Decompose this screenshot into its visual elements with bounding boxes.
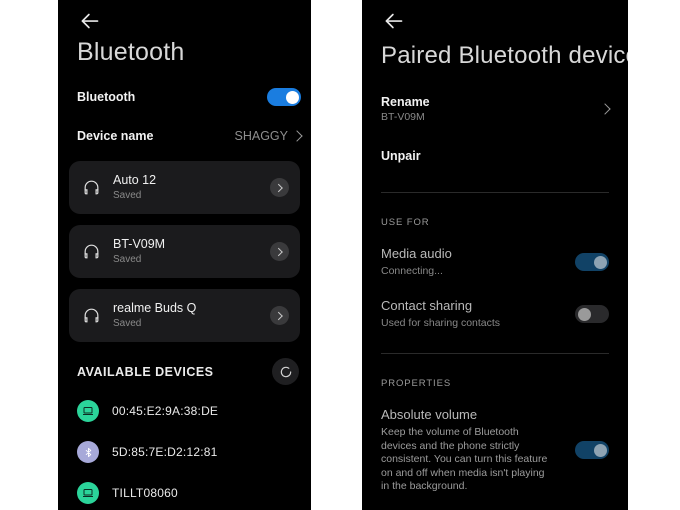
chevron-right-icon[interactable] (270, 242, 289, 261)
chevron-right-icon[interactable] (270, 178, 289, 197)
page-title: Paired Bluetooth device (381, 42, 628, 69)
chevron-right-icon (291, 130, 303, 142)
available-device-row[interactable]: TILLT08060 (77, 482, 178, 504)
bluetooth-toggle-label: Bluetooth (77, 90, 136, 104)
available-device-row[interactable]: 00:45:E2:9A:38:DE (77, 400, 218, 422)
screenshot-stage: Bluetooth Bluetooth Device name SHAGGY A… (0, 0, 680, 510)
headset-icon (69, 242, 113, 261)
absolute-volume-row[interactable]: Absolute volume Keep the volume of Bluet… (381, 407, 609, 494)
divider (381, 353, 609, 354)
page-title: Bluetooth (77, 38, 185, 66)
paired-device-card[interactable]: Auto 12 Saved (69, 161, 300, 214)
contact-sharing-toggle[interactable] (575, 305, 609, 323)
paired-device-name: Auto 12 (113, 173, 157, 187)
back-arrow-icon[interactable] (77, 8, 103, 34)
available-device-row[interactable]: 5D:85:7E:D2:12:81 (77, 441, 217, 463)
bluetooth-toggle-row[interactable]: Bluetooth (77, 88, 301, 106)
device-name-row[interactable]: Device name SHAGGY (77, 129, 303, 143)
available-device-name: 5D:85:7E:D2:12:81 (112, 445, 218, 459)
absolute-volume-texts: Absolute volume Keep the volume of Bluet… (381, 407, 575, 494)
contact-sharing-description: Used for sharing contacts (381, 317, 501, 329)
absolute-volume-description: Keep the volume of Bluetooth devices and… (381, 426, 548, 492)
absolute-volume-toggle[interactable] (575, 441, 609, 460)
rename-label: Rename (381, 95, 430, 109)
paired-device-detail-screen: Paired Bluetooth device Rename BT-V09M U… (362, 0, 628, 510)
available-device-name: 00:45:E2:9A:38:DE (112, 404, 219, 418)
bluetooth-icon (77, 441, 99, 463)
contact-sharing-row[interactable]: Contact sharing Used for sharing contact… (381, 298, 609, 330)
headset-icon (69, 178, 113, 197)
absolute-volume-title: Absolute volume (381, 407, 478, 422)
properties-caption: PROPERTIES (381, 378, 452, 389)
chevron-right-icon (599, 103, 611, 115)
laptop-icon (77, 482, 99, 504)
chevron-right-icon[interactable] (270, 306, 289, 325)
paired-device-name: realme Buds Q (113, 301, 197, 315)
media-audio-texts: Media audio Connecting... (381, 246, 575, 278)
bluetooth-toggle-switch[interactable] (267, 88, 301, 106)
available-device-name: TILLT08060 (112, 486, 178, 500)
paired-device-card[interactable]: realme Buds Q Saved (69, 289, 300, 342)
paired-device-text: realme Buds Q Saved (113, 301, 270, 330)
rename-value: BT-V09M (381, 111, 425, 123)
bluetooth-settings-screen: Bluetooth Bluetooth Device name SHAGGY A… (58, 0, 311, 510)
media-audio-title: Media audio (381, 246, 452, 261)
device-name-label: Device name (77, 129, 154, 143)
paired-device-card[interactable]: BT-V09M Saved (69, 225, 300, 278)
paired-device-name: BT-V09M (113, 237, 166, 251)
laptop-icon (77, 400, 99, 422)
contact-sharing-texts: Contact sharing Used for sharing contact… (381, 298, 575, 330)
media-audio-toggle[interactable] (575, 253, 609, 271)
device-name-value-group: SHAGGY (234, 129, 303, 143)
paired-device-status: Saved (113, 318, 142, 329)
available-devices-title: AVAILABLE DEVICES (77, 364, 214, 379)
contact-sharing-title: Contact sharing (381, 298, 473, 313)
paired-device-status: Saved (113, 254, 142, 265)
media-audio-row[interactable]: Media audio Connecting... (381, 246, 609, 278)
use-for-caption: USE FOR (381, 217, 430, 228)
media-audio-status: Connecting... (381, 265, 443, 277)
refresh-spinner-icon[interactable] (272, 358, 299, 385)
headset-icon (69, 306, 113, 325)
paired-device-text: Auto 12 Saved (113, 173, 270, 202)
divider (381, 192, 609, 193)
unpair-row[interactable]: Unpair (381, 149, 609, 163)
available-devices-header: AVAILABLE DEVICES (77, 358, 299, 385)
paired-device-status: Saved (113, 190, 142, 201)
back-arrow-icon[interactable] (381, 8, 407, 34)
unpair-label: Unpair (381, 149, 421, 163)
device-name-value: SHAGGY (234, 129, 289, 143)
paired-device-text: BT-V09M Saved (113, 237, 270, 266)
rename-row[interactable]: Rename BT-V09M (381, 95, 611, 123)
